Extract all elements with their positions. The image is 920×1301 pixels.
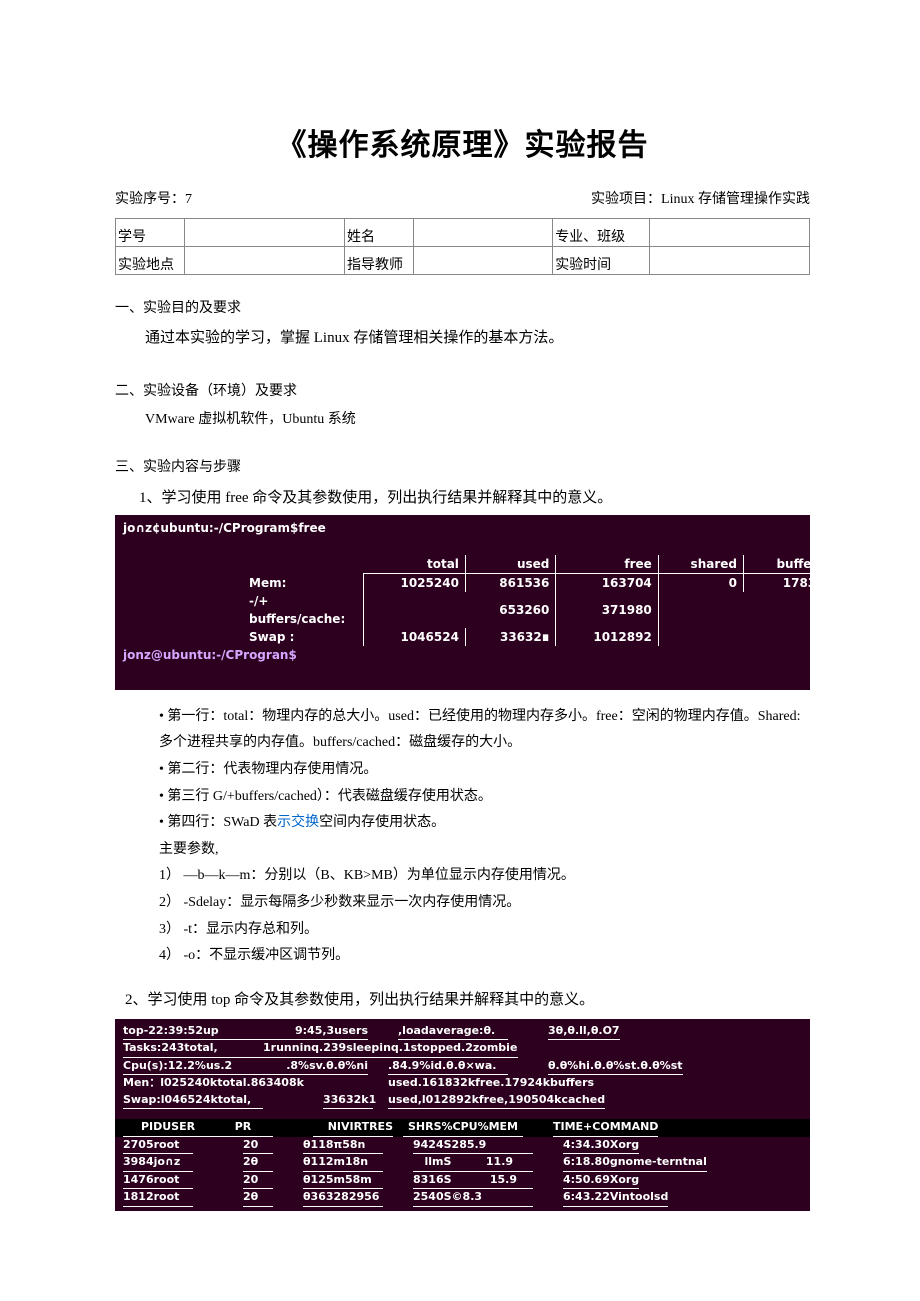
value-name (414, 219, 553, 247)
col-free: free (556, 555, 658, 574)
bullet-item: • 第三行 G/+buffers/cached）：代表磁盘缓存使用状态。 (159, 784, 810, 811)
value-class (650, 219, 810, 247)
bullet-item: • 第一行：total：物理内存的总大小。used：已经使用的物理内存多小。fr… (159, 704, 810, 757)
top-line: top-22:39:52up9:45,3users,loadaverage:θ.… (123, 1023, 802, 1041)
top-line: Men：l025240ktotal.863408kused.161832kfre… (123, 1075, 802, 1092)
bullet-text: 空间内存使用状态。 (319, 815, 445, 830)
cell: Swap : (243, 628, 363, 646)
cell: 190444 (831, 573, 920, 592)
cell: 371980 (556, 592, 658, 628)
section-3-heading: 三、实验内容与步骤 (115, 456, 810, 476)
top-line: Cpu(s):12.2%us.2.8%sv.θ.θ%ni.84.9%id.θ.θ… (123, 1058, 802, 1076)
cell: -/+ buffers/cache: (243, 592, 363, 628)
col-buffers: buffers (743, 555, 831, 574)
info-table: 学号 姓名 专业、班级 实验地点 指导教师 实验时间 (115, 218, 810, 275)
label-place: 实验地点 (116, 247, 185, 275)
doc-title: 《操作系统原理》实验报告 (115, 120, 810, 164)
cell: 163704 (556, 573, 658, 592)
col-shared: shared (658, 555, 743, 574)
label-name: 姓名 (345, 219, 414, 247)
question-1-heading: 1、学习使用 free 命令及其参数使用，列出执行结果并解释其中的意义。 (139, 486, 810, 507)
table-row: -/+ buffers/cache: 653260 371980 (243, 592, 920, 628)
value-time (650, 247, 810, 275)
params-heading: 主要参数, (159, 837, 810, 864)
param-item: 3） -t：显示内存总和列。 (159, 917, 810, 944)
value-place (185, 247, 345, 275)
section-2-heading: 二、实验设备（环境）及要求 (115, 380, 810, 400)
top-row: 3984jo∩z2θθ112m18n llmS 11.96:18.80gnome… (123, 1154, 802, 1172)
bullet-text: • 第四行：SWaD 表 (159, 815, 277, 830)
label-id: 学号 (116, 219, 185, 247)
bullet-item: • 第四行：SWaD 表示交换空间内存使用状态。 (159, 810, 810, 837)
param-item: 1） —b—k—m：分别以（B、KB>MB）为单位显示内存使用情况。 (159, 863, 810, 890)
table-row: Swap : 1046524 33632∎ 1012892 (243, 628, 920, 646)
table-row: 学号 姓名 专业、班级 (116, 219, 810, 247)
cell: 33632∎ (465, 628, 555, 646)
cell: 1025240 (363, 573, 465, 592)
value-id (185, 219, 345, 247)
param-item: 2） -Sdelay：显示每隔多少秒数来显示一次内存使用情况。 (159, 890, 810, 917)
top-line: Tasks:243total,1runninq.239sleepinq.1sto… (123, 1040, 802, 1058)
cell: 653260 (465, 592, 555, 628)
col-cached: cached (831, 555, 920, 574)
value-teacher (414, 247, 553, 275)
cell: 1046524 (363, 628, 465, 646)
meta-row: 实验序号：7 实验项目：Linux 存储管理操作实践 (115, 188, 810, 208)
terminal-top: top-22:39:52up9:45,3users,loadaverage:θ.… (115, 1019, 810, 1211)
label-teacher: 指导教师 (345, 247, 414, 275)
free-output-table: total used free shared buffers cached Me… (243, 555, 920, 646)
top-row: 1476root20θ125m58m8316S 15.94:50.69Xorg (123, 1172, 802, 1190)
top-row: 1812root2θθ3632829562540S©8.36:43.22Vint… (123, 1189, 802, 1207)
table-row: total used free shared buffers cached (243, 555, 920, 574)
label-class: 专业、班级 (553, 219, 650, 247)
top-line: Swap:l046524ktotal,33632k1used,l012892kf… (123, 1092, 802, 1110)
terminal-free: jo∩z¢ubuntu:-/CProgram$free total used f… (115, 515, 810, 690)
question-2-heading: 2、学习使用 top 命令及其参数使用，列出执行结果并解释其中的意义。 (125, 988, 810, 1009)
exp-project: 实验项目：Linux 存储管理操作实践 (591, 188, 810, 208)
section-2-body: VMware 虚拟机软件，Ubuntu 系统 (145, 408, 810, 432)
section-1-body: 通过本实验的学习，掌握 Linux 存储管理相关操作的基本方法。 (145, 325, 810, 352)
section-1-heading: 一、实验目的及要求 (115, 297, 810, 317)
exp-number: 实验序号：7 (115, 188, 192, 208)
explanation-list: • 第一行：total：物理内存的总大小。used：已经使用的物理内存多小。fr… (159, 704, 810, 864)
col-total: total (363, 555, 465, 574)
label-time: 实验时间 (553, 247, 650, 275)
cell: Mem: (243, 573, 363, 592)
table-row: 实验地点 指导教师 实验时间 (116, 247, 810, 275)
top-row: 2705root20θ118π58n9424S285.94:34.30Xorg (123, 1137, 802, 1155)
bullet-item: • 第二行：代表物理内存使用情况。 (159, 757, 810, 784)
cell: 0 (658, 573, 743, 592)
top-header: PIDUSER PR NIVIRTRES SHRS%CPU%MEM TIME+C… (115, 1119, 810, 1137)
cell: 17832 (743, 573, 831, 592)
cell: 861536 (465, 573, 555, 592)
terminal-prompt: jo∩z¢ubuntu:-/CProgram$free (123, 519, 802, 537)
terminal-prompt: jonz@ubuntu:-/CProgran$ (123, 646, 802, 664)
col-used: used (465, 555, 555, 574)
param-item: 4） -o：不显示缓冲区调节列。 (159, 943, 810, 970)
param-list: 1） —b—k—m：分别以（B、KB>MB）为单位显示内存使用情况。 2） -S… (159, 863, 810, 969)
link-text: 示交换 (277, 815, 319, 830)
cell: 1012892 (556, 628, 658, 646)
table-row: Mem: 1025240 861536 163704 0 17832 19044… (243, 573, 920, 592)
cell (363, 592, 465, 628)
